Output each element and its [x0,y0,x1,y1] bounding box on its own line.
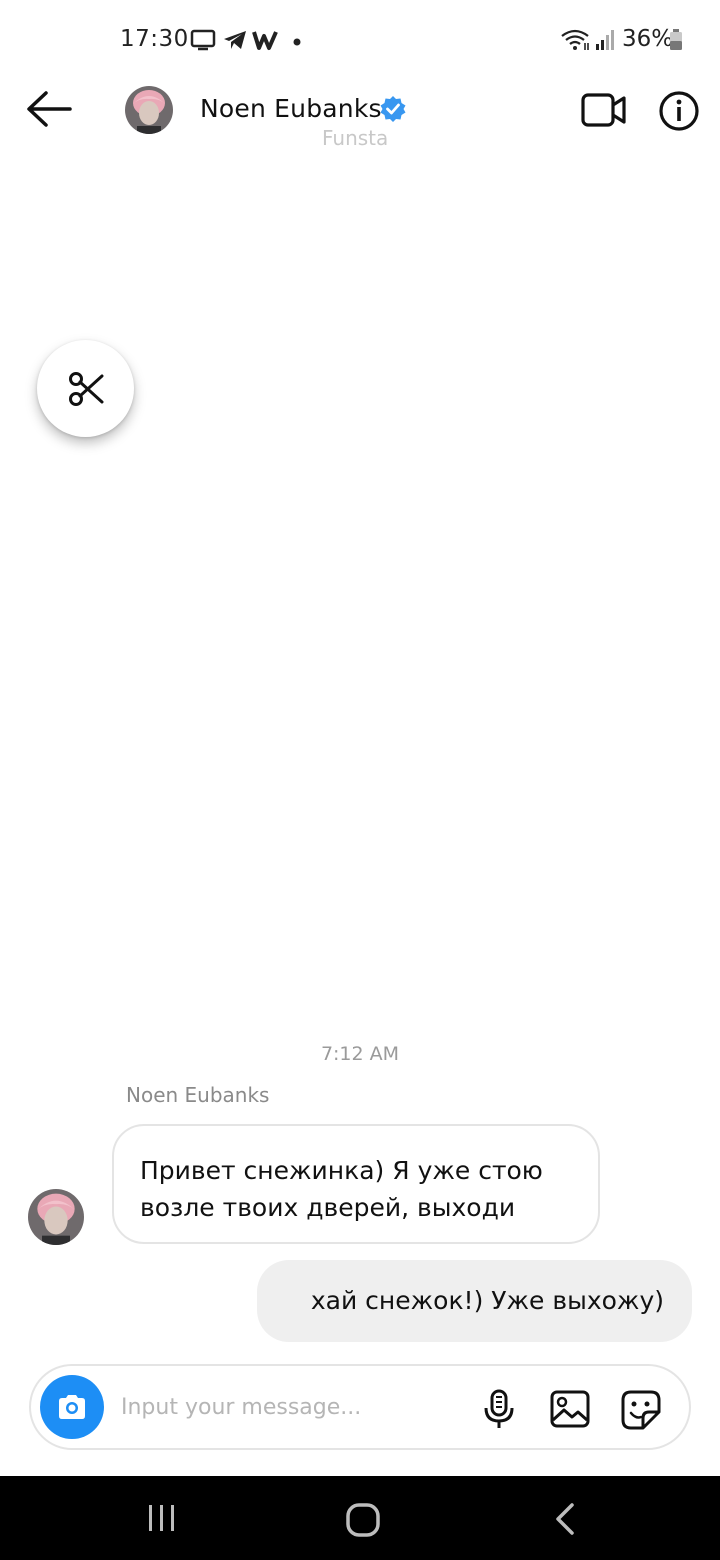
message-line: возле твоих дверей, выходи [140,1193,516,1222]
w-app-icon [252,31,278,50]
microphone-icon[interactable] [481,1388,517,1430]
back-icon[interactable] [552,1502,578,1536]
recents-icon[interactable] [146,1502,178,1534]
camera-icon [59,1395,85,1419]
home-icon[interactable] [345,1502,381,1538]
telegram-icon [224,31,246,49]
verified-badge-icon [380,96,406,122]
camera-button[interactable] [40,1375,104,1439]
sender-avatar[interactable] [28,1189,84,1245]
system-navigation-bar [0,1476,720,1560]
chat-header: Noen Eubanks Funsta [0,80,720,170]
message-input[interactable] [121,1386,461,1428]
contact-subtitle: Funsta [322,126,389,150]
outgoing-message-bubble[interactable]: хай снежок!) Уже выхожу) [257,1260,692,1342]
dot-icon [293,38,301,46]
signal-icon [596,30,614,50]
gallery-icon[interactable] [549,1388,591,1430]
avatar-image [28,1189,84,1245]
sticker-icon[interactable] [619,1388,663,1432]
monitor-icon [190,29,216,51]
contact-name: Noen Eubanks [200,94,382,123]
avatar-image [125,86,173,134]
message-text: хай снежок!) Уже выхожу) [310,1286,664,1315]
message-sender-name: Noen Eubanks [126,1083,270,1107]
scissors-button[interactable] [37,340,134,437]
info-button[interactable] [658,90,700,132]
video-call-button[interactable] [580,90,628,130]
battery-percent: 36% [622,26,674,52]
wifi-icon [561,29,589,50]
incoming-message-bubble[interactable]: Привет снежинка) Я уже стою возле твоих … [112,1124,600,1244]
status-bar: 17:30 36% [0,0,720,80]
message-line: Привет снежинка) Я уже стою [140,1156,543,1185]
back-arrow-button[interactable] [24,88,74,130]
scissors-icon [68,371,103,406]
message-timestamp: 7:12 AM [320,1043,400,1065]
message-composer [29,1364,691,1450]
contact-avatar[interactable] [125,86,173,134]
status-time: 17:30 [120,26,189,52]
battery-icon [670,29,682,50]
